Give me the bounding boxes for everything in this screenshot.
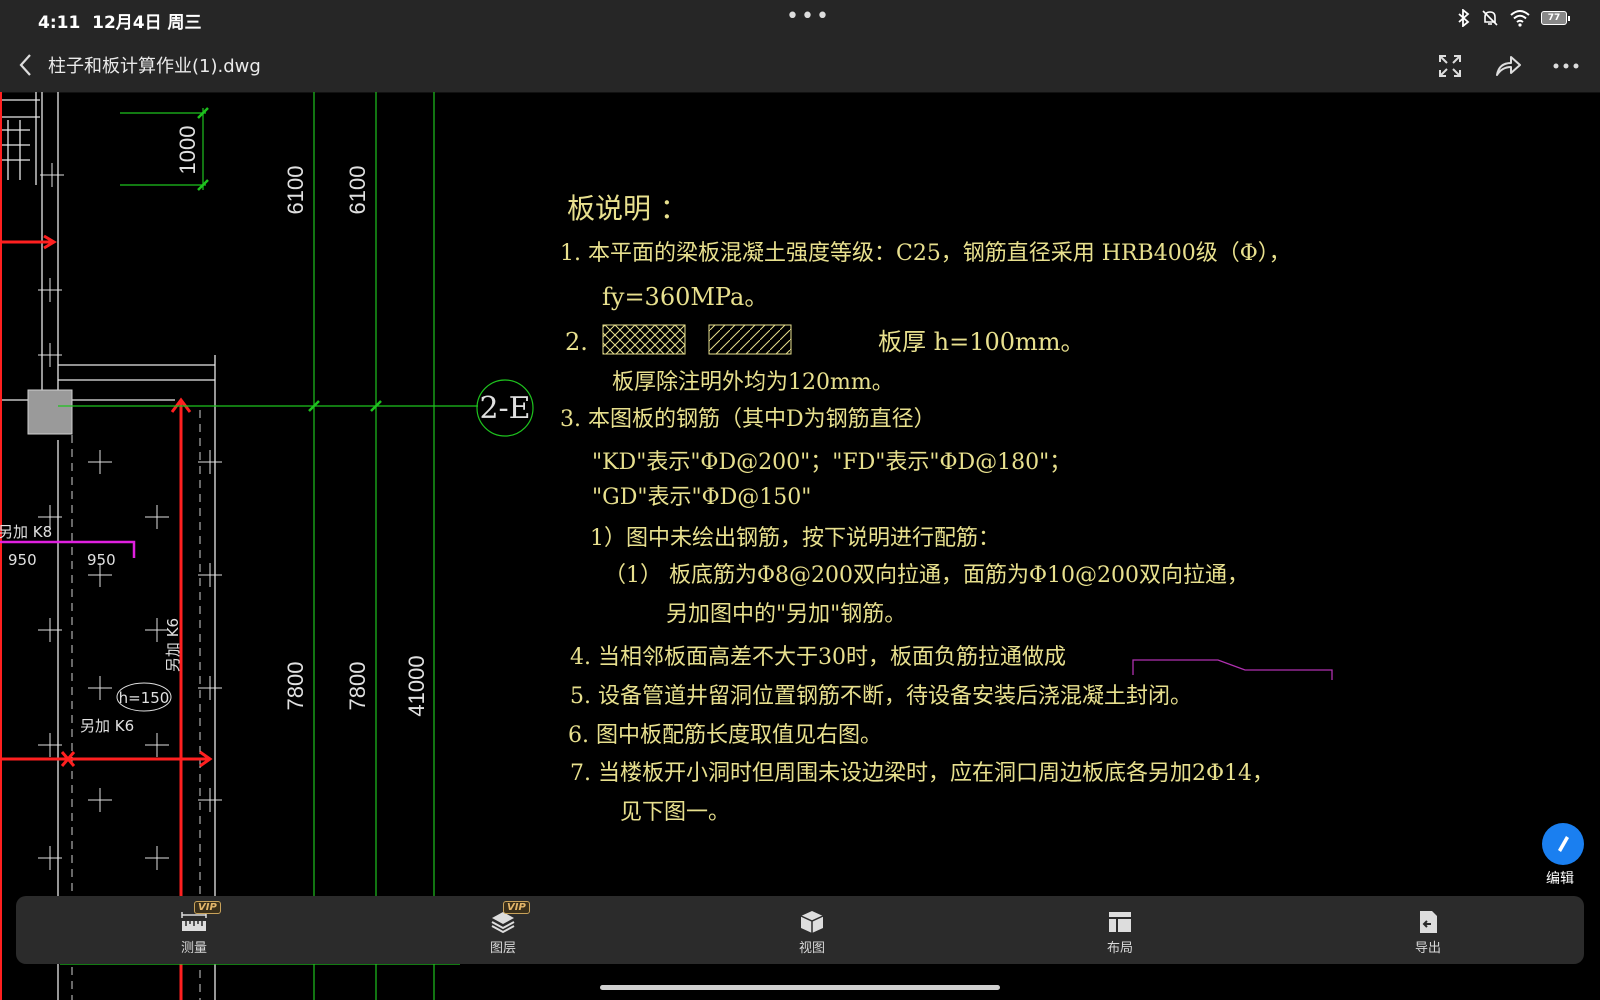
- dim-6100-a: 6100: [283, 166, 308, 215]
- export-icon: [1420, 911, 1437, 933]
- green-axis-lines: [58, 92, 534, 1000]
- export-label: 导出: [1414, 941, 1441, 956]
- dim-6100-b: 6100: [345, 166, 370, 215]
- layers-button[interactable]: VIP 图层: [473, 901, 533, 960]
- note-2-number: 2.: [565, 328, 588, 356]
- label-k8: 另加 K8: [0, 523, 52, 541]
- share-icon: [1496, 56, 1521, 76]
- measure-label: 测量: [180, 941, 207, 956]
- file-title: 柱子和板计算作业(1).dwg: [48, 56, 261, 77]
- more-icon: [1553, 63, 1579, 69]
- edit-label: 编辑: [1546, 871, 1574, 887]
- home-indicator[interactable]: [600, 985, 1000, 990]
- label-950-a: 950: [8, 551, 37, 569]
- export-button[interactable]: 导出: [1398, 910, 1458, 960]
- back-button[interactable]: [18, 52, 34, 82]
- note-3d: （1） 板底筋为Φ8@200双向拉通，面筋为Φ10@200双向拉通，: [604, 563, 1250, 588]
- battery-icon: 77: [1541, 11, 1570, 25]
- vip-badge: VIP: [503, 901, 530, 914]
- note-7b: 见下图一。: [620, 800, 731, 825]
- wall-outline: [0, 92, 216, 1000]
- mute-icon: [1482, 10, 1498, 26]
- dim-41000: 41000: [404, 655, 429, 716]
- layout-label: 布局: [1106, 941, 1133, 956]
- note-1b: fy=360MPa。: [602, 283, 769, 311]
- edit-button[interactable]: [1542, 823, 1584, 865]
- fullscreen-icon: [1439, 55, 1461, 77]
- label-950-b: 950: [87, 551, 116, 569]
- note-2: 板厚 h=100mm。: [878, 328, 1085, 356]
- status-time: 4:11 12月4日 周三: [38, 13, 202, 33]
- dim-1000: 1000: [175, 126, 200, 175]
- note-3c: 1）图中未绘出钢筋，按下说明进行配筋：: [590, 526, 1000, 551]
- more-button[interactable]: [1550, 50, 1582, 82]
- note-3: 3. 本图板的钢筋（其中D为钢筋直径）: [560, 407, 936, 432]
- vip-badge: VIP: [194, 901, 221, 914]
- label-k6-horizontal: 另加 K6: [80, 717, 134, 735]
- dimension-labels: 1000 6100 6100 7800 7800 41000: [175, 126, 429, 717]
- slash-hatch-legend: [708, 324, 792, 355]
- note-1: 1. 本平面的梁板混凝土强度等级：C25，钢筋直径采用 HRB400级（Φ），: [560, 241, 1291, 266]
- wifi-icon: [1510, 10, 1530, 27]
- status-bar: 4:11 12月4日 周三 ••• 77: [0, 0, 1600, 40]
- axis-label-2e: 2-E: [479, 391, 530, 426]
- dim-7800-a: 7800: [283, 662, 308, 711]
- bluetooth-icon: [1458, 9, 1470, 27]
- chevron-left-icon: [19, 54, 31, 76]
- measure-button[interactable]: VIP 测量: [164, 901, 224, 960]
- note-4: 4. 当相邻板面高差不大于30时，板面负筋拉通做成: [570, 645, 1066, 670]
- view-label: 视图: [798, 941, 825, 956]
- note-3e: 另加图中的"另加"钢筋。: [666, 602, 907, 627]
- note-3b: "GD"表示"ΦD@150": [592, 485, 812, 510]
- red-rebar-lines: [0, 92, 213, 1000]
- note-5: 5. 设备管道井留洞位置钢筋不断，待设备安装后浇混凝土封闭。: [570, 684, 1192, 709]
- label-h150: h=150: [119, 689, 170, 707]
- layout-button[interactable]: 布局: [1090, 910, 1150, 960]
- notes-title: 板说明 ：: [567, 192, 688, 225]
- multitask-dots[interactable]: •••: [786, 4, 831, 29]
- bottom-toolbar: VIP 测量 VIP 图层 视图 布局 导出: [16, 896, 1584, 964]
- magenta-bent-bar: [1132, 659, 1333, 680]
- cube-icon: [800, 911, 824, 933]
- dim-7800-b: 7800: [345, 662, 370, 711]
- column-block: [27, 389, 73, 435]
- cad-drawing-canvas[interactable]: 1000 6100 6100 7800 7800 41000 2-E 另加 K8…: [0, 92, 1600, 1000]
- status-date: 12月4日 周三: [92, 13, 202, 33]
- layers-label: 图层: [489, 941, 516, 956]
- status-icons: 77: [1457, 9, 1570, 27]
- note-3a: "KD"表示"ΦD@200"；"FD"表示"ΦD@180"；: [592, 450, 1072, 475]
- view-button[interactable]: 视图: [782, 910, 842, 960]
- crosshatch-legend: [602, 324, 686, 355]
- note-6: 6. 图中板配筋长度取值见右图。: [568, 723, 882, 748]
- layout-icon: [1109, 912, 1131, 932]
- note-2b: 板厚除注明外均为120mm。: [612, 370, 894, 395]
- note-7: 7. 当楼板开小洞时但周围未设边梁时，应在洞口周边板底各另加2Φ14，: [570, 761, 1275, 786]
- share-button[interactable]: [1492, 50, 1524, 82]
- fullscreen-button[interactable]: [1434, 50, 1466, 82]
- label-k6-vertical: 另加 K6: [164, 618, 182, 672]
- pencil-icon: [1558, 836, 1569, 852]
- title-bar: 柱子和板计算作业(1).dwg: [0, 40, 1600, 93]
